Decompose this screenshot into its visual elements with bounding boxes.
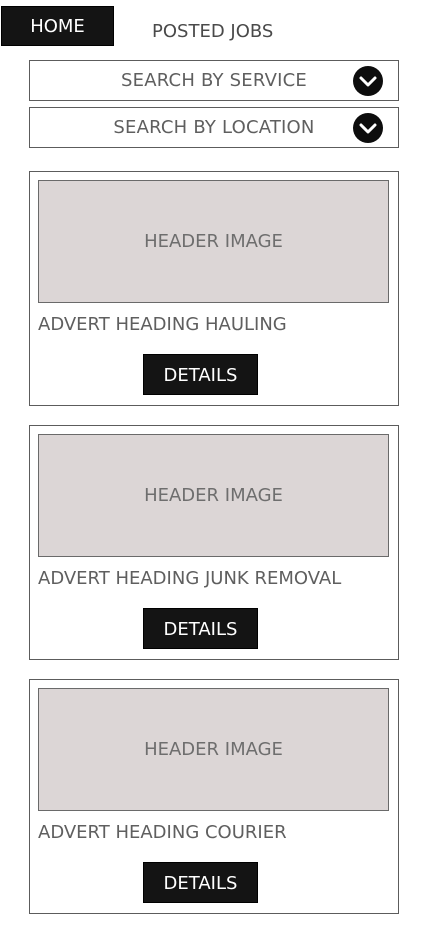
- tab-posted-jobs[interactable]: POSTED JOBS: [152, 16, 273, 48]
- header-image-label: HEADER IMAGE: [144, 231, 283, 252]
- search-by-service-dropdown[interactable]: SEARCH BY SERVICE: [29, 60, 399, 101]
- header-image-label: HEADER IMAGE: [144, 739, 283, 760]
- chevron-down-icon[interactable]: [353, 66, 383, 96]
- advert-header-image: HEADER IMAGE: [38, 434, 389, 557]
- advert-heading: ADVERT HEADING COURIER: [38, 822, 287, 843]
- advert-card: HEADER IMAGE ADVERT HEADING COURIER DETA…: [29, 679, 399, 914]
- chevron-down-icon[interactable]: [353, 113, 383, 143]
- tab-home[interactable]: HOME: [1, 6, 114, 46]
- search-by-location-dropdown[interactable]: SEARCH BY LOCATION: [29, 107, 399, 148]
- advert-card: HEADER IMAGE ADVERT HEADING JUNK REMOVAL…: [29, 425, 399, 660]
- advert-header-image: HEADER IMAGE: [38, 688, 389, 811]
- advert-heading: ADVERT HEADING JUNK REMOVAL: [38, 568, 342, 589]
- details-button[interactable]: DETAILS: [143, 608, 258, 649]
- details-button[interactable]: DETAILS: [143, 354, 258, 395]
- header-image-label: HEADER IMAGE: [144, 485, 283, 506]
- advert-card: HEADER IMAGE ADVERT HEADING HAULING DETA…: [29, 171, 399, 406]
- search-by-service-label: SEARCH BY SERVICE: [121, 70, 307, 91]
- advert-header-image: HEADER IMAGE: [38, 180, 389, 303]
- search-by-location-label: SEARCH BY LOCATION: [113, 117, 315, 138]
- details-button[interactable]: DETAILS: [143, 862, 258, 903]
- app-screen: HOME POSTED JOBS SEARCH BY SERVICE SEARC…: [0, 0, 428, 926]
- top-nav: HOME POSTED JOBS: [0, 6, 428, 48]
- advert-heading: ADVERT HEADING HAULING: [38, 314, 287, 335]
